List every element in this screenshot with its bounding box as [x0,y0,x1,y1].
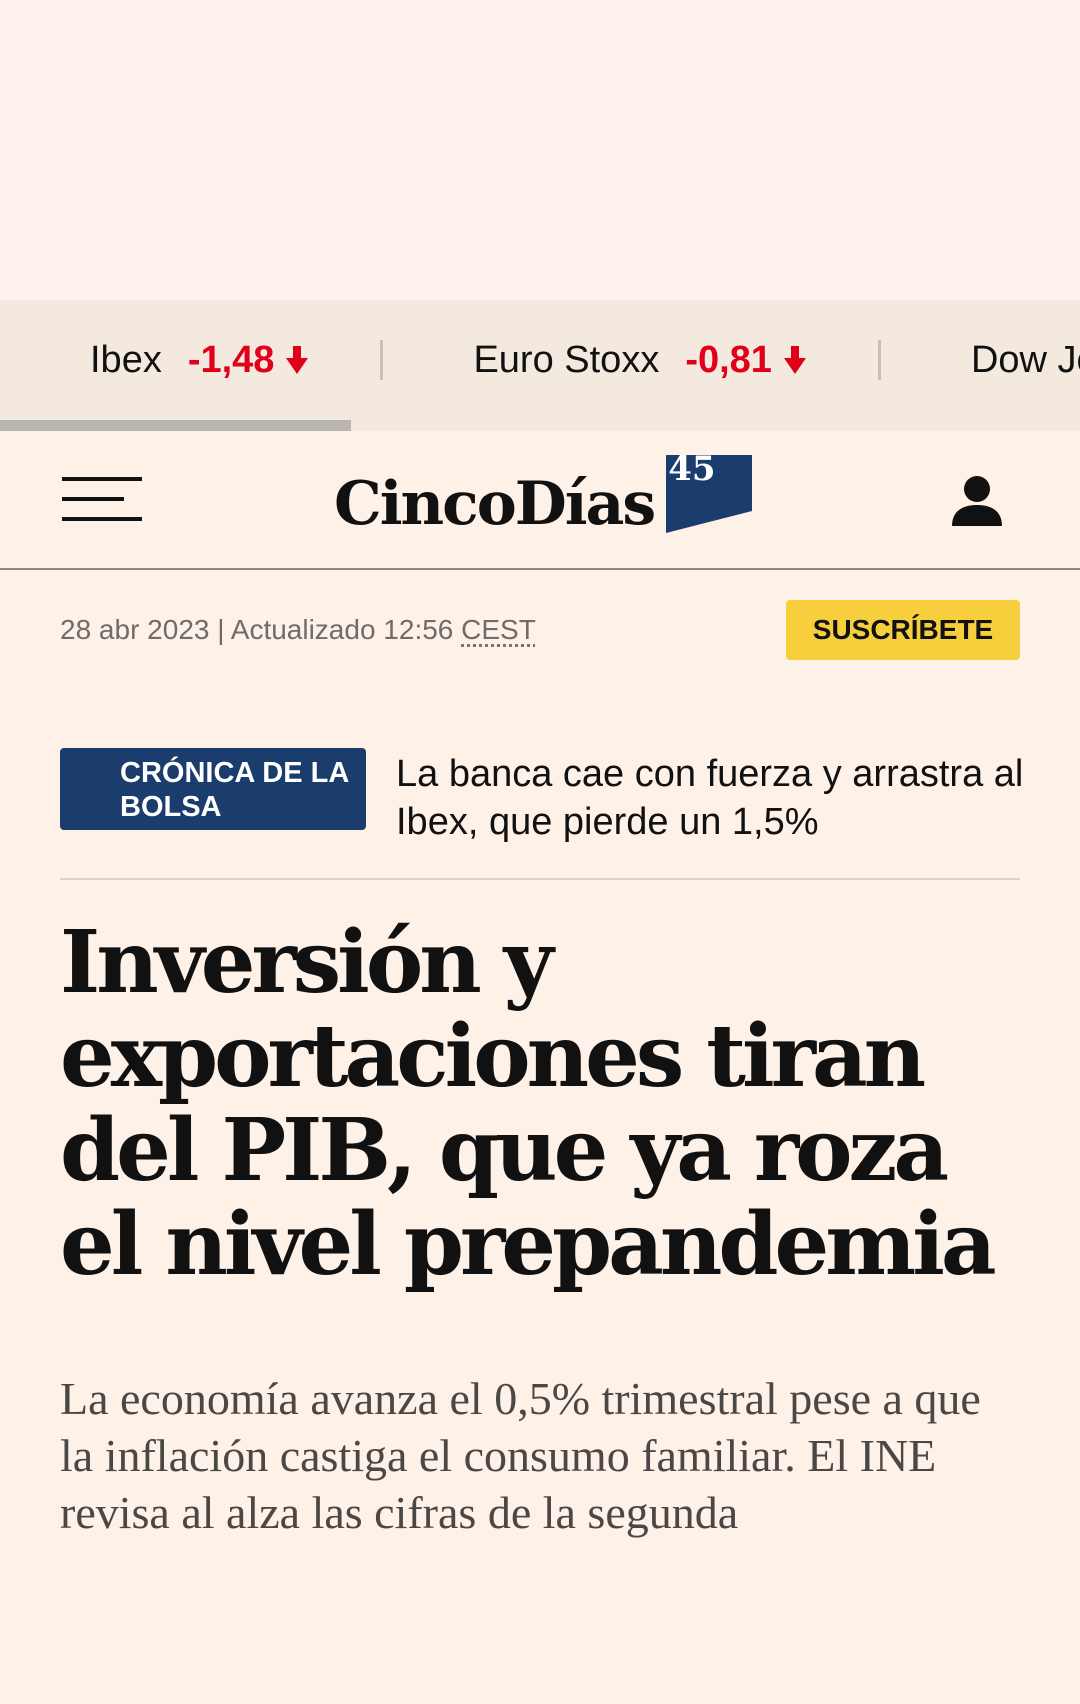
site-logo[interactable]: CincoDías 45 [334,449,753,543]
subscribe-button[interactable]: SUSCRÍBETE [786,600,1020,660]
date-separator: | [217,614,225,645]
site-header: CincoDías 45 [0,431,1080,570]
logo-badge: 45 [666,449,753,533]
market-ticker[interactable]: Ibex -1,48 Euro Stoxx -0,81 Dow Jo [0,300,1080,431]
updated-time: Actualizado 12:56 [230,614,454,645]
ticker-item-dow-jones[interactable]: Dow Jo [881,300,1080,420]
ticker-item-ibex[interactable]: Ibex -1,48 [0,300,384,420]
article-subheadline: La economía avanza el 0,5% trimestral pe… [60,1373,981,1538]
related-story-title[interactable]: La banca cae con fuerza y arrastra al Ib… [396,750,1026,846]
article-headline: Inversión y exportaciones tiran del PIB,… [60,912,997,1295]
ticker-progress-bar [0,420,351,431]
arrow-down-icon [783,346,806,374]
user-icon[interactable] [950,474,1004,528]
ticker-name: Euro Stoxx [473,338,660,381]
related-story-tag[interactable]: CRÓNICA DE LA BOLSA [60,748,366,830]
article-meta: 28 abr 2023 | Actualizado 12:56 CEST SUS… [60,600,1020,660]
timezone: CEST [461,614,536,645]
ticker-item-euro-stoxx[interactable]: Euro Stoxx -0,81 [383,300,881,420]
ad-space [0,0,1080,300]
publish-date: 28 abr 2023 [60,614,210,645]
logo-text: CincoDías [334,469,656,539]
logo-badge-number: 45 [668,449,716,489]
ticker-value: -1,48 [187,338,275,381]
arrow-down-icon [286,346,309,374]
ticker-value: -0,81 [685,338,772,381]
ticker-name: Dow Jo [970,338,1080,381]
hamburger-menu-icon[interactable] [62,477,142,521]
related-story[interactable]: CRÓNICA DE LA BOLSA La banca cae con fue… [60,748,1023,880]
publish-date-line: 28 abr 2023 | Actualizado 12:56 CEST [60,614,536,646]
ticker-name: Ibex [90,338,162,381]
ticker-track: Ibex -1,48 Euro Stoxx -0,81 Dow Jo [0,300,1080,420]
